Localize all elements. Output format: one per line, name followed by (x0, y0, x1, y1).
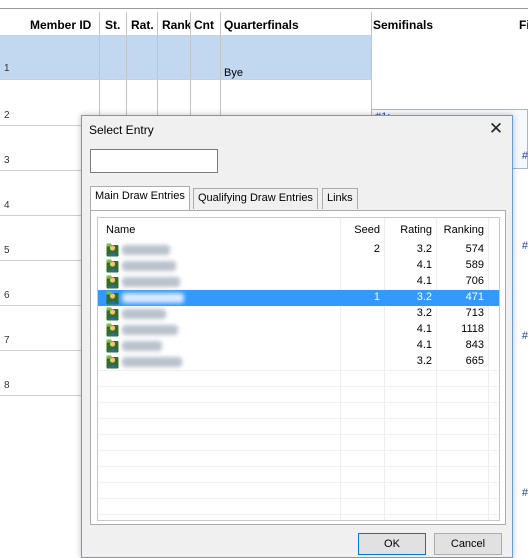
empty-row-line (98, 498, 499, 499)
entry-row[interactable]: 4.1 843 (98, 338, 499, 354)
entry-name (122, 293, 184, 303)
tab-panel: Name Seed Rating Ranking 2 3.2 574 4.1 589 4.… (90, 210, 506, 525)
grid-hline (0, 125, 81, 126)
empty-row-line (98, 450, 499, 451)
col-header-final[interactable]: Fi (519, 18, 528, 32)
match-marker: # (521, 240, 528, 252)
col-header-count[interactable]: Cnt (194, 18, 214, 32)
entry-rating: 4.1 (416, 275, 432, 287)
person-icon (106, 243, 119, 257)
entry-rating: 3.2 (416, 355, 432, 367)
empty-row-line (98, 466, 499, 467)
person-icon (106, 355, 119, 369)
highlighted-bracket-row (0, 36, 371, 79)
match-marker: # (521, 330, 528, 342)
row-number: 6 (4, 290, 10, 301)
empty-row-line (98, 402, 499, 403)
person-icon (106, 323, 119, 337)
entry-list[interactable]: Name Seed Rating Ranking 2 3.2 574 4.1 589 4.… (97, 217, 500, 521)
grid-hline (0, 305, 81, 306)
tab-main-draw-entries[interactable]: Main Draw Entries (90, 186, 190, 210)
grid-hline (0, 79, 371, 80)
col-header-semifinals[interactable]: Semifinals (373, 18, 433, 32)
select-entry-dialog: Select Entry ✕ Main Draw Entries Qualify… (81, 115, 513, 558)
entry-ranking: 713 (465, 307, 484, 319)
entry-rating: 4.1 (416, 323, 432, 335)
empty-row-line (98, 434, 499, 435)
person-icon (106, 339, 119, 353)
entry-seed: 1 (373, 291, 380, 303)
ok-button[interactable]: OK (358, 533, 426, 555)
entry-search-input[interactable] (90, 149, 218, 173)
entry-name (122, 357, 182, 367)
entry-ranking: 471 (465, 291, 484, 303)
grid-hline (0, 350, 81, 351)
entry-ranking: 589 (465, 259, 484, 271)
col-header-rank[interactable]: Rank (162, 18, 191, 32)
entry-name (122, 245, 170, 255)
row-number: 4 (4, 200, 10, 211)
bye-label: Bye (224, 67, 243, 79)
entry-ranking: 574 (465, 243, 484, 255)
top-divider (0, 8, 528, 9)
list-header-name[interactable]: Name (106, 224, 135, 236)
entry-ranking: 843 (465, 339, 484, 351)
entry-row[interactable]: 2 3.2 574 (98, 242, 499, 258)
match-marker: # (521, 487, 528, 499)
row-number: 2 (4, 110, 10, 121)
match-marker: # (521, 150, 528, 162)
entry-row[interactable]: 4.1 589 (98, 258, 499, 274)
grid-hline (0, 395, 81, 396)
cancel-button[interactable]: Cancel (434, 533, 502, 555)
entry-rating: 4.1 (416, 339, 432, 351)
person-icon (106, 307, 119, 321)
entry-name (122, 341, 162, 351)
close-icon[interactable]: ✕ (486, 119, 506, 139)
entry-seed: 2 (373, 243, 380, 255)
person-icon (106, 259, 119, 273)
col-header-rating[interactable]: Rat. (131, 18, 154, 32)
row-number: 8 (4, 380, 10, 391)
col-header-member-id[interactable]: Member ID (30, 18, 91, 32)
entry-rating: 3.2 (416, 291, 432, 303)
entry-rating: 3.2 (416, 243, 432, 255)
dialog-title: Select Entry (89, 123, 154, 137)
grid-hline (0, 35, 371, 36)
entry-ranking: 706 (465, 275, 484, 287)
tab-links[interactable]: Links (322, 188, 358, 209)
list-header-rating[interactable]: Rating (386, 224, 432, 236)
empty-row-line (98, 514, 499, 515)
row-number: 5 (4, 245, 10, 256)
entry-name (122, 309, 166, 319)
grid-hline (0, 170, 81, 171)
entry-name (122, 325, 178, 335)
entry-ranking: 1118 (461, 323, 484, 335)
entry-name (122, 261, 176, 271)
row-number: 7 (4, 335, 10, 346)
entry-row[interactable]: 1 3.2 471 (98, 290, 499, 306)
row-number: 1 (4, 63, 10, 74)
tab-qualifying-draw-entries[interactable]: Qualifying Draw Entries (193, 188, 318, 209)
grid-hline (0, 215, 81, 216)
grid-hline (0, 260, 81, 261)
col-header-status[interactable]: St. (105, 18, 120, 32)
list-header-seed[interactable]: Seed (340, 224, 380, 236)
person-icon (106, 275, 119, 289)
entry-ranking: 665 (465, 355, 484, 367)
entry-rating: 3.2 (416, 307, 432, 319)
empty-row-line (98, 386, 499, 387)
entry-rating: 4.1 (416, 259, 432, 271)
entry-row[interactable]: 4.1 706 (98, 274, 499, 290)
col-header-quarterfinals[interactable]: Quarterfinals (224, 18, 299, 32)
empty-row-line (98, 370, 499, 371)
empty-row-line (98, 482, 499, 483)
row-number: 3 (4, 155, 10, 166)
entry-name (122, 277, 180, 287)
list-header-ranking[interactable]: Ranking (438, 224, 484, 236)
entry-row[interactable]: 3.2 665 (98, 354, 499, 370)
person-icon (106, 291, 119, 305)
empty-row-line (98, 418, 499, 419)
entry-row[interactable]: 3.2 713 (98, 306, 499, 322)
entry-row[interactable]: 4.1 1118 (98, 322, 499, 338)
